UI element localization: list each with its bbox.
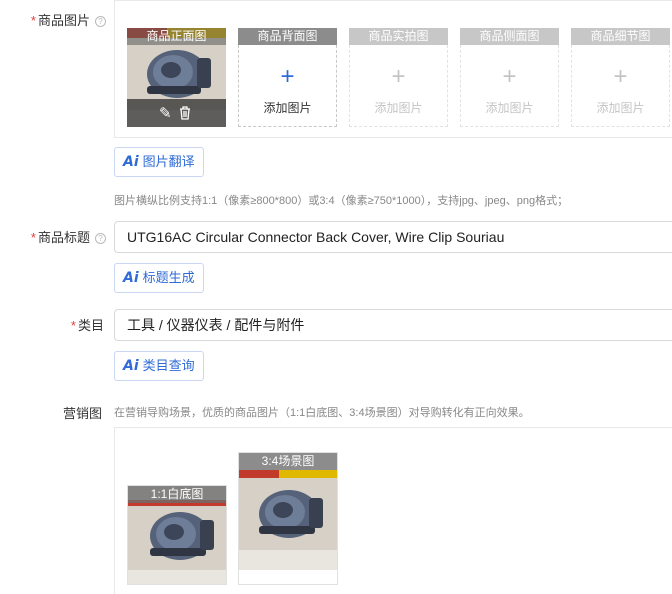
required-mark: * [30,230,36,245]
product-image-front-thumb[interactable]: 商品正面图 ✎ [127,28,226,127]
slot-side-image[interactable]: 商品侧面图 + 添加图片 [460,28,559,127]
marketing-label-text: 营销图 [62,406,102,421]
add-image-text: 添加图片 [374,101,423,115]
marketing-panel: 1:1白底图 3:4场景图 [114,427,672,594]
slot-detail-image[interactable]: 商品细节图 + 添加图片 [571,28,670,127]
title-input[interactable]: UTG16AC Circular Connector Back Cover, W… [114,221,672,253]
help-icon[interactable]: ? [95,233,106,244]
image-format-hint: 图片横纵比例支持1:1（像素≥800*800）或3:4（像素≥750*1000）… [114,195,569,207]
category-label-text: 类目 [77,318,104,333]
image-action-bar: ✎ [127,99,226,127]
upload-area[interactable]: + 添加图片 [349,45,448,127]
slot-title: 商品侧面图 [460,28,559,45]
slot-title: 商品实拍图 [349,28,448,45]
upload-area[interactable]: + 添加图片 [571,45,670,127]
add-image-text: 添加图片 [263,101,312,115]
marketing-image-title: 1:1白底图 [128,486,226,503]
ai-icon: Ai [123,154,139,170]
marketing-image-title: 3:4场景图 [239,453,337,470]
title-label-text: 商品标题 [37,230,90,245]
image-translate-label: 图片翻译 [142,154,195,169]
slot-real-shot-image[interactable]: 商品实拍图 + 添加图片 [349,28,448,127]
help-icon[interactable]: ? [95,16,106,27]
required-mark: * [70,318,76,333]
category-query-button[interactable]: Ai 类目查询 [114,351,204,381]
image-translate-button[interactable]: Ai 图片翻译 [114,147,204,177]
add-image-text: 添加图片 [485,101,534,115]
title-generate-button[interactable]: Ai 标题生成 [114,263,204,293]
title-generate-label: 标题生成 [142,270,195,285]
marketing-image-square[interactable]: 1:1白底图 [127,485,227,585]
product-images-panel: 商品正面图 ✎ 商品背面图 + 添加图片 商品实拍图 + 添加图片 商品侧面图 … [114,0,672,138]
category-input[interactable]: 工具 / 仪器仪表 / 配件与附件 [114,309,672,341]
edit-icon[interactable]: ✎ [159,104,172,122]
connector-photo [239,470,337,570]
plus-icon: + [391,63,406,90]
slot-back-image[interactable]: 商品背面图 + 添加图片 [238,28,337,127]
slot-title: 商品正面图 [127,28,226,45]
upload-area[interactable]: + 添加图片 [460,45,559,127]
plus-icon: + [502,63,517,90]
delete-icon[interactable] [179,106,191,120]
plus-icon: + [613,63,628,90]
slot-title: 商品背面图 [238,28,337,45]
required-mark: * [30,13,36,28]
ai-icon: Ai [123,270,139,286]
product-images-label-text: 商品图片 [37,13,90,28]
marketing-image-portrait[interactable]: 3:4场景图 [238,452,338,585]
marketing-hint: 在营销导购场景，优质的商品图片（1:1白底图、3:4场景图）对导购转化有正向效果… [114,407,530,419]
slot-title: 商品细节图 [571,28,670,45]
upload-area[interactable]: + 添加图片 [238,45,337,127]
plus-icon: + [280,63,295,90]
category-query-label: 类目查询 [142,358,195,373]
ai-icon: Ai [123,358,139,374]
add-image-text: 添加图片 [596,101,645,115]
